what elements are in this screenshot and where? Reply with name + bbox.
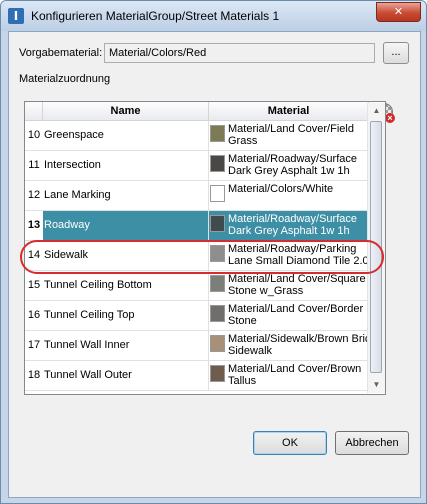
row-material[interactable]: Material/Roadway/Parking Lane Small Diam… — [228, 243, 380, 271]
header-name[interactable]: Name — [43, 102, 209, 120]
material-swatch-icon — [210, 125, 225, 142]
title-bar[interactable]: I Konfigurieren MaterialGroup/Street Mat… — [1, 1, 426, 31]
row-material[interactable]: Material/Colors/White — [228, 183, 380, 211]
row-name: Tunnel Ceiling Bottom — [44, 271, 209, 300]
material-swatch-icon — [210, 215, 225, 232]
row-index: 13 — [25, 211, 43, 240]
table-row[interactable]: 15 Tunnel Ceiling Bottom Material/Land Cov… — [25, 271, 385, 301]
row-material[interactable]: Material/Land Cover/Square Stone w_Grass — [228, 273, 380, 301]
scrollbar-thumb[interactable] — [370, 121, 382, 373]
row-material[interactable]: Material/Roadway/Surface Dark Grey Aspha… — [228, 153, 380, 181]
table-row[interactable]: 13 Roadway Material/Roadway/Surface Dark G… — [25, 211, 385, 241]
material-assignment-label: Materialzuordnung — [19, 73, 111, 85]
row-name: Tunnel Wall Outer — [44, 361, 209, 390]
row-material[interactable]: Material/Roadway/Surface Dark Grey Aspha… — [228, 213, 380, 241]
row-material[interactable]: Material/Land Cover/Brown Tallus — [228, 363, 380, 391]
row-name: Tunnel Wall Inner — [44, 331, 209, 360]
row-name: Intersection — [44, 151, 209, 180]
material-swatch-icon — [210, 275, 225, 292]
base-material-field[interactable]: Material/Colors/Red — [104, 43, 375, 63]
scroll-up-icon[interactable]: ▲ — [369, 103, 384, 119]
table-row[interactable]: 16 Tunnel Ceiling Top Material/Land Cover/… — [25, 301, 385, 331]
material-swatch-icon — [210, 185, 225, 202]
row-index: 18 — [27, 369, 41, 381]
table-row[interactable]: 14 Sidewalk Material/Roadway/Parking Lane … — [25, 241, 385, 271]
table-row[interactable]: 18 Tunnel Wall Outer Material/Land Cover/B… — [25, 361, 385, 391]
table-row[interactable]: 11 Intersection Material/Roadway/Surface D… — [25, 151, 385, 181]
ok-button[interactable]: OK — [253, 431, 327, 455]
cancel-button[interactable]: Abbrechen — [335, 431, 409, 455]
row-index: 10 — [27, 129, 41, 141]
row-name: Roadway — [44, 211, 209, 240]
row-material[interactable]: Material/Sidewalk/Brown Brick Sidewalk — [228, 333, 380, 361]
header-material[interactable]: Material — [209, 102, 369, 120]
dialog-window: I Konfigurieren MaterialGroup/Street Mat… — [0, 0, 427, 504]
row-index: 16 — [27, 309, 41, 321]
row-index: 11 — [28, 159, 40, 171]
row-index: 14 — [27, 249, 41, 261]
row-index: 17 — [27, 339, 41, 351]
table-header: Name Material — [25, 102, 385, 121]
row-name: Lane Marking — [44, 181, 209, 210]
delete-icon: × — [385, 113, 395, 123]
material-table: Name Material 10 Greenspace Material/Land … — [24, 101, 386, 395]
base-material-label: Vorgabematerial: — [19, 47, 103, 59]
table-row[interactable]: 17 Tunnel Wall Inner Material/Sidewalk/Bro… — [25, 331, 385, 361]
close-button[interactable]: ✕ — [376, 2, 421, 22]
browse-button[interactable]: ... — [383, 42, 409, 64]
material-swatch-icon — [210, 365, 225, 382]
window-title: Konfigurieren MaterialGroup/Street Mater… — [31, 9, 280, 23]
row-index: 12 — [27, 189, 41, 201]
row-material[interactable]: Material/Land Cover/Field Grass — [228, 123, 380, 151]
row-name: Tunnel Ceiling Top — [44, 301, 209, 330]
scroll-down-icon[interactable]: ▼ — [369, 377, 384, 393]
material-swatch-icon — [210, 305, 225, 322]
vertical-scrollbar[interactable]: ▲ ▼ — [367, 103, 385, 393]
material-swatch-icon — [210, 245, 225, 262]
table-row[interactable]: 12 Lane Marking Material/Colors/White — [25, 181, 385, 211]
row-name: Sidewalk — [44, 241, 209, 270]
material-swatch-icon — [210, 155, 225, 172]
row-name: Greenspace — [44, 121, 209, 150]
app-icon: I — [8, 8, 24, 24]
row-material[interactable]: Material/Land Cover/Border Stone — [228, 303, 380, 331]
table-row[interactable]: 10 Greenspace Material/Land Cover/Field Gr… — [25, 121, 385, 151]
material-swatch-icon — [210, 335, 225, 352]
row-index: 15 — [27, 279, 41, 291]
header-index — [25, 102, 43, 120]
